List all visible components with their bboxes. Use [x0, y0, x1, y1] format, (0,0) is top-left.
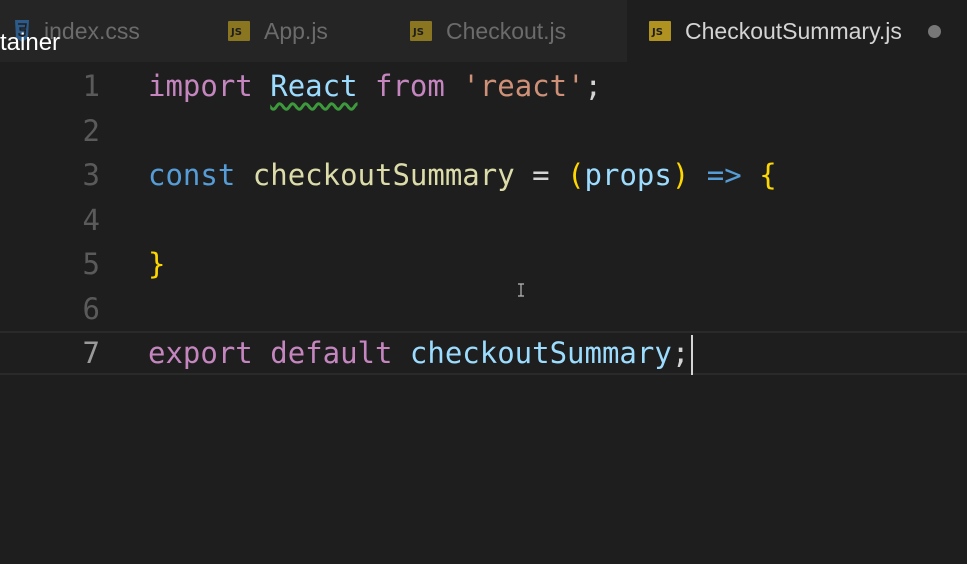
code-token: checkoutSummary — [252, 158, 515, 192]
code-token: ) — [671, 158, 690, 192]
code-line[interactable]: 2 — [0, 109, 967, 153]
code-token-with-warning: React — [270, 69, 358, 103]
line-number: 1 — [82, 69, 100, 103]
editor-area[interactable]: 1 import React from 'react'; 2 3 const check… — [0, 62, 967, 564]
tab-app-js[interactable]: JS App.js — [228, 0, 328, 62]
tab-checkout-summary-js[interactable]: JS CheckoutSummary.js — [627, 0, 967, 62]
code-token: { — [759, 158, 777, 192]
code-token: => — [706, 158, 742, 192]
text-cursor-icon — [518, 283, 524, 297]
js-file-icon: JS — [228, 21, 250, 41]
code-editor-window: index.css JS App.js JS Checkout.js JS Ch… — [0, 0, 967, 564]
line-number: 4 — [82, 203, 100, 237]
js-file-icon: JS — [649, 21, 671, 41]
line-number: 2 — [82, 114, 100, 148]
tab-checkout-js[interactable]: JS Checkout.js — [410, 0, 566, 62]
tab-label: CheckoutSummary.js — [685, 17, 902, 44]
code-token: ; — [584, 69, 603, 103]
code-token: = — [514, 158, 568, 192]
code-token: 'react' — [462, 69, 585, 103]
code-text: const checkoutSummary = (props) => { — [148, 153, 777, 197]
code-line[interactable]: 1 import React from 'react'; — [0, 64, 967, 108]
code-token: props — [584, 158, 672, 192]
code-text: import React from 'react'; — [148, 64, 602, 108]
code-line[interactable]: 6 — [0, 287, 967, 331]
code-token: ; — [671, 336, 690, 370]
code-token: export — [148, 336, 253, 370]
text-caret — [691, 335, 694, 375]
code-token: checkoutSummary — [409, 336, 672, 370]
code-token: const — [148, 158, 236, 192]
overlay-caption: tainer — [0, 29, 61, 56]
code-line[interactable]: 3 const checkoutSummary = (props) => { — [0, 153, 967, 197]
code-line[interactable]: 7 export default checkoutSummary; — [0, 331, 967, 375]
code-text: } — [148, 242, 165, 286]
code-token: from — [375, 69, 445, 103]
line-number: 7 — [82, 336, 100, 370]
line-number: 6 — [82, 292, 100, 326]
code-line[interactable]: 4 — [0, 198, 967, 242]
code-text: export default checkoutSummary; — [148, 333, 694, 375]
code-token: } — [148, 247, 166, 281]
code-token: import — [148, 69, 253, 103]
tab-label: App.js — [264, 17, 328, 44]
unsaved-changes-dot-icon[interactable] — [927, 24, 941, 38]
code-line[interactable]: 5} — [0, 242, 967, 286]
js-file-icon: JS — [410, 21, 432, 41]
line-number: 5 — [82, 247, 100, 281]
code-token: default — [270, 336, 393, 370]
tab-label: Checkout.js — [446, 17, 567, 44]
code-token: ( — [567, 158, 585, 192]
tab-bar: index.css JS App.js JS Checkout.js JS Ch… — [0, 0, 967, 62]
line-number: 3 — [82, 158, 100, 192]
